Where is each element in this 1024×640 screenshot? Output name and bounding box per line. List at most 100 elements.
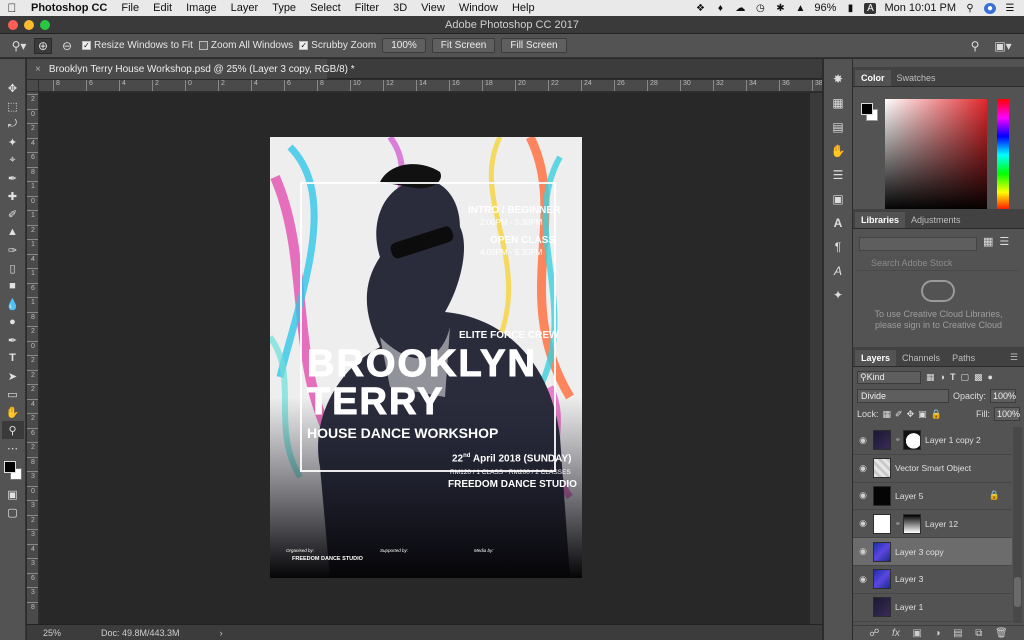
menu-filter[interactable]: Filter	[348, 2, 386, 14]
zoom-window-button[interactable]	[40, 20, 50, 30]
healing-brush-tool-icon[interactable]: ✚	[2, 187, 24, 205]
zoom-tool-preset-icon[interactable]: ⚲▾	[10, 38, 28, 54]
menu-type[interactable]: Type	[265, 2, 303, 14]
ruler-horizontal[interactable]: 864202468101214161820222426283032343638	[39, 80, 822, 92]
layer-thumbnail[interactable]	[873, 430, 891, 451]
menu-file[interactable]: File	[114, 2, 146, 14]
tab-libraries[interactable]: Libraries	[855, 212, 906, 228]
bluetooth-icon[interactable]: ✱	[774, 3, 786, 14]
tool-presets-icon[interactable]: ✦	[827, 285, 849, 305]
adjustments-sliders-icon[interactable]: ☰	[827, 165, 849, 185]
styles-icon[interactable]: ▣	[827, 189, 849, 209]
menu-app[interactable]: Photoshop CC	[24, 2, 114, 14]
menu-help[interactable]: Help	[505, 2, 542, 14]
canvas-vertical-scrollbar[interactable]	[810, 93, 822, 624]
quick-selection-tool-icon[interactable]: ✦	[2, 133, 24, 151]
tab-paths[interactable]: Paths	[946, 350, 981, 366]
brush-settings-icon[interactable]: ✸	[827, 69, 849, 89]
gradient-tool-icon[interactable]: ■	[2, 277, 24, 295]
layer-row[interactable]: ◉ ⚭ Layer 12	[853, 510, 1012, 539]
fill-screen-button[interactable]: Fill Screen	[501, 38, 567, 53]
hue-slider[interactable]	[997, 99, 1009, 211]
dropbox-icon[interactable]: ❖	[694, 3, 706, 14]
spotlight-icon[interactable]: ⚲	[964, 3, 976, 14]
visibility-eye-icon[interactable]: ◉	[853, 518, 873, 529]
new-layer-icon[interactable]: ⧉	[975, 628, 982, 639]
library-select[interactable]	[859, 237, 977, 251]
crop-tool-icon[interactable]: ⌖	[2, 151, 24, 169]
evernote-icon[interactable]: ♦	[714, 3, 726, 14]
fit-screen-button[interactable]: Fit Screen	[431, 38, 496, 53]
visibility-eye-icon[interactable]: ◉	[853, 435, 873, 446]
lock-transparent-icon[interactable]: ▦	[883, 409, 892, 420]
wifi-icon[interactable]: ▲	[794, 3, 806, 14]
visibility-eye-icon[interactable]: ◉	[853, 463, 873, 474]
menu-select[interactable]: Select	[303, 2, 348, 14]
opacity-input[interactable]: 100%	[990, 389, 1016, 403]
fill-input[interactable]: 100%	[994, 407, 1020, 421]
dodge-tool-icon[interactable]: ●	[2, 313, 24, 331]
menubar-clock[interactable]: Mon 10:01 PM	[884, 2, 956, 14]
zoom-all-windows-checkbox[interactable]: Zoom All Windows	[198, 40, 293, 51]
filter-smart-object-icon[interactable]: ▩	[974, 372, 983, 383]
clone-stamp-tool-icon[interactable]: ▲	[2, 223, 24, 241]
history-brush-tool-icon[interactable]: ✑	[2, 241, 24, 259]
layer-name[interactable]: Vector Smart Object	[895, 463, 971, 473]
link-layers-icon[interactable]: ☍	[869, 628, 879, 639]
layer-thumbnail[interactable]	[873, 513, 891, 534]
tab-adjustments[interactable]: Adjustments	[905, 212, 967, 228]
foreground-background-colors[interactable]	[2, 459, 24, 485]
move-tool-icon[interactable]: ✥	[2, 79, 24, 97]
zoom-level[interactable]: 25%	[43, 628, 61, 638]
marquee-tool-icon[interactable]: ⬚	[2, 97, 24, 115]
layer-thumbnail[interactable]	[873, 569, 891, 590]
properties-icon[interactable]: ▤	[827, 117, 849, 137]
layer-thumbnail[interactable]	[873, 458, 891, 479]
grid-view-icon[interactable]: ▦	[983, 235, 993, 248]
paragraph-icon[interactable]: ¶	[827, 237, 849, 257]
layer-name[interactable]: Layer 1 copy 2	[925, 435, 981, 445]
resize-windows-checkbox[interactable]: ✓ Resize Windows to Fit	[82, 40, 193, 51]
screen-mode-icon[interactable]: ▢	[2, 503, 24, 521]
path-selection-tool-icon[interactable]: ➤	[2, 367, 24, 385]
layers-scroll-thumb[interactable]	[1014, 577, 1021, 607]
foreground-color-chip[interactable]	[861, 103, 873, 115]
menu-layer[interactable]: Layer	[224, 2, 266, 14]
zoom-100-button[interactable]: 100%	[382, 38, 426, 53]
poster-artwork[interactable]: INTRO / BEGINNER 2.00PM - 3.30PM OPEN CL…	[270, 137, 582, 578]
layer-style-icon[interactable]: fx	[892, 628, 900, 639]
lasso-tool-icon[interactable]: ⤾	[2, 115, 24, 133]
foreground-color-swatch[interactable]	[3, 461, 16, 473]
siri-icon[interactable]: ●	[984, 2, 996, 14]
layers-scrollbar[interactable]	[1013, 427, 1022, 623]
scrubby-zoom-checkbox[interactable]: ✓ Scrubby Zoom	[299, 40, 376, 51]
layer-name[interactable]: Layer 3 copy	[895, 547, 944, 557]
mask-link-icon[interactable]: ⚭	[895, 520, 901, 528]
notification-center-icon[interactable]: ☰	[1004, 3, 1016, 14]
tab-color[interactable]: Color	[855, 70, 891, 86]
lock-image-icon[interactable]: ✐	[895, 409, 903, 420]
layer-mask-thumbnail[interactable]	[903, 430, 921, 451]
color-picker-field[interactable]	[885, 99, 987, 211]
visibility-eye-icon[interactable]: ◉	[853, 490, 873, 501]
visibility-eye-icon[interactable]: ◉	[853, 574, 873, 585]
minimize-window-button[interactable]	[24, 20, 34, 30]
eyedropper-tool-icon[interactable]: ✒	[2, 169, 24, 187]
glyphs-icon[interactable]: A	[827, 261, 849, 281]
quick-mask-icon[interactable]: ▣	[2, 485, 24, 503]
layer-mask-thumbnail[interactable]	[903, 513, 921, 534]
new-group-icon[interactable]: ▤	[953, 628, 962, 639]
ruler-corner[interactable]	[27, 80, 39, 92]
list-view-icon[interactable]: ☰	[999, 235, 1009, 248]
close-window-button[interactable]	[8, 20, 18, 30]
filter-type-icon[interactable]: T	[950, 372, 956, 382]
pen-tool-icon[interactable]: ✒	[2, 331, 24, 349]
brush-tool-icon[interactable]: ✐	[2, 205, 24, 223]
filter-adjustment-icon[interactable]: ◑	[940, 372, 945, 382]
mask-link-icon[interactable]: ⚭	[895, 436, 901, 444]
close-tab-icon[interactable]: ×	[35, 64, 41, 75]
layer-row[interactable]: ◉ Layer 3	[853, 566, 1012, 594]
document-tab[interactable]: × Brooklyn Terry House Workshop.psd @ 25…	[27, 59, 355, 79]
keyboard-input-icon[interactable]: A	[864, 2, 877, 14]
tab-layers[interactable]: Layers	[855, 350, 897, 366]
